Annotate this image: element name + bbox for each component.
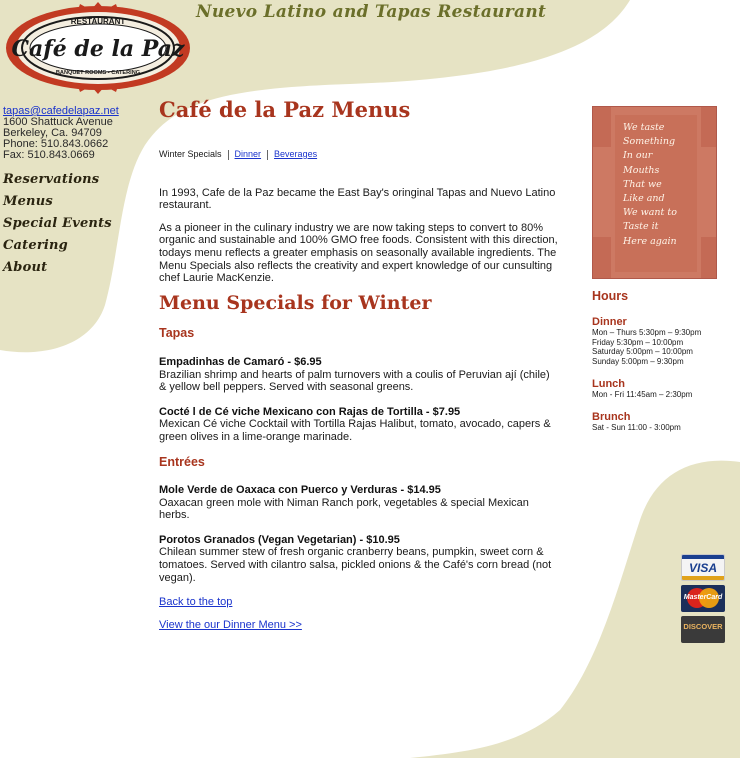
hours-line: Mon – Thurs 5:30pm – 9:30pm <box>592 328 702 338</box>
hours-title: Hours <box>592 289 629 303</box>
hours-line: Sunday 5:00pm – 9:30pm <box>592 356 684 366</box>
hours-line: Friday 5:30pm – 10:00pm <box>592 337 684 347</box>
view-dinner-menu-link[interactable]: View the our Dinner Menu >> <box>159 619 559 632</box>
submenu-current-winter-specials: Winter Specials <box>159 149 222 159</box>
bottom-links: Back to the top View the our Dinner Menu… <box>159 596 559 631</box>
poem-line: Mouths <box>623 164 660 176</box>
poem-line: Taste it <box>623 221 659 233</box>
main-content: Café de la Paz Menus Winter Specials Dinn… <box>159 97 559 641</box>
submenu-link-dinner[interactable]: Dinner <box>235 149 262 159</box>
menu-item-desc: Brazilian shrimp and hearts of palm turn… <box>159 368 550 394</box>
visa-card-icon: VISA <box>681 554 725 581</box>
fax-line: Fax: 510.843.0669 <box>3 149 95 161</box>
poem-line: Here again <box>623 235 677 247</box>
left-nav: Reservations Menus Special Events Cateri… <box>3 169 112 279</box>
visa-card-label: VISA <box>688 561 717 575</box>
mastercard-label: MasterCard <box>683 594 723 601</box>
menu-item-name: Empadinhas de Camaró - $6.95 <box>159 355 322 368</box>
poem-line: In our <box>623 150 653 162</box>
nav-item-menus[interactable]: Menus <box>3 191 112 213</box>
discover-card-label: DISCOVER <box>683 622 723 631</box>
hours-line: Sat - Sun 11:00 - 3:00pm <box>592 423 681 433</box>
poem-line: Like and <box>623 193 665 205</box>
meal-title: Dinner <box>592 315 627 328</box>
intro-paragraph: In 1993, Cafe de la Paz became the East … <box>159 186 556 212</box>
hours-lunch: Lunch Mon - Fri 11:45am – 2:30pm <box>592 377 727 400</box>
hours-panel: Hours Dinner Mon – Thurs 5:30pm – 9:30pm… <box>592 289 727 446</box>
hours-dinner: Dinner Mon – Thurs 5:30pm – 9:30pm Frida… <box>592 315 727 367</box>
poem-line: That we <box>623 178 662 190</box>
submenu-link-beverages[interactable]: Beverages <box>274 149 317 159</box>
menu-item: Cocté l de Cé viche Mexicano con Rajas d… <box>159 406 559 444</box>
menu-item-desc: Chilean summer stew of fresh organic cra… <box>159 546 552 584</box>
menu-submenu: Winter Specials Dinner Beverages <box>159 148 559 161</box>
nav-item-special-events[interactable]: Special Events <box>3 213 112 235</box>
category-title-tapas: Tapas <box>159 326 195 341</box>
hours-line: Mon - Fri 11:45am – 2:30pm <box>592 390 693 400</box>
cafe-logo[interactable]: RESTAURANT Café de la Paz BANQUET ROOMS … <box>4 2 192 94</box>
intro-paragraph: As a pioneer in the culinary industry we… <box>159 221 558 285</box>
menu-item: Empadinhas de Camaró - $6.95 Brazilian s… <box>159 356 559 394</box>
page-title: Café de la Paz Menus <box>159 97 411 122</box>
submenu-divider <box>267 149 269 160</box>
discover-card-icon: DISCOVER <box>681 616 725 643</box>
menu-item: Mole Verde de Oaxaca con Puerco y Verdur… <box>159 484 559 522</box>
nav-item-catering[interactable]: Catering <box>3 235 112 257</box>
logo-subtitle-text: BANQUET ROOMS • CATERING <box>56 70 140 76</box>
mastercard-icon: MasterCard <box>681 585 725 612</box>
menu-item-desc: Oaxacan green mole with Niman Ranch pork… <box>159 496 529 522</box>
logo-restaurant-text: RESTAURANT <box>71 17 126 26</box>
menu-item: Porotos Granados (Vegan Vegetarian) - $1… <box>159 534 559 584</box>
meal-title: Brunch <box>592 410 631 423</box>
category-title-entrees: Entrées <box>159 454 205 469</box>
hours-line: Saturday 5:00pm – 10:00pm <box>592 347 693 357</box>
menu-item-name: Cocté l de Cé viche Mexicano con Rajas d… <box>159 405 461 418</box>
logo-brand-text: Café de la Paz <box>12 36 185 62</box>
poem-line: Something <box>623 136 676 148</box>
hours-brunch: Brunch Sat - Sun 11:00 - 3:00pm <box>592 410 727 433</box>
contact-info: tapas@cafedelapaz.net 1600 Shattuck Aven… <box>3 106 119 161</box>
poem-line: We want to <box>623 207 677 219</box>
tagline: Nuevo Latino and Tapas Restaurant <box>196 2 547 22</box>
poem-box: We taste Something In our Mouths That we… <box>592 106 717 279</box>
menu-item-name: Porotos Granados (Vegan Vegetarian) - $1… <box>159 533 400 546</box>
nav-item-about[interactable]: About <box>3 257 112 279</box>
nav-item-reservations[interactable]: Reservations <box>3 169 112 191</box>
menu-item-desc: Mexican Cé viche Cocktail with Tortilla … <box>159 418 551 443</box>
meal-title: Lunch <box>592 377 625 390</box>
menu-item-name: Mole Verde de Oaxaca con Puerco y Verdur… <box>159 484 441 497</box>
back-to-top-link[interactable]: Back to the top <box>159 596 559 609</box>
poem-line: We taste <box>623 122 665 133</box>
poem-text: We taste Something In our Mouths That we… <box>623 121 677 249</box>
submenu-divider <box>227 149 229 160</box>
specials-title: Menu Specials for Winter <box>159 291 432 314</box>
accepted-cards: VISA MasterCard DISCOVER <box>681 554 725 647</box>
